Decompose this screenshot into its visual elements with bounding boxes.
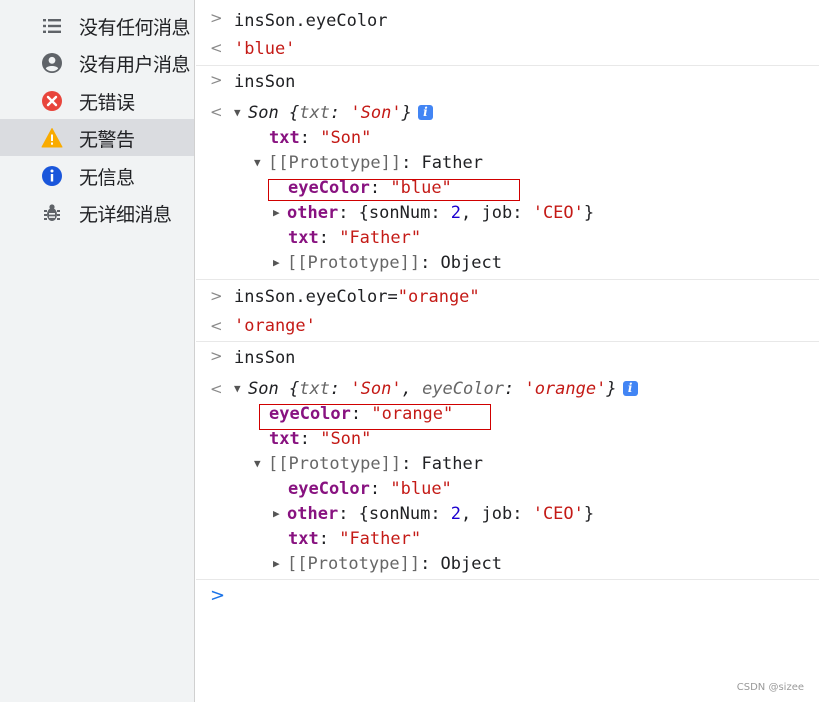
console-entry: > insSon.eyeColor < 'blue' [196, 0, 819, 66]
highlight-box [259, 404, 491, 430]
highlight-box [268, 179, 520, 201]
collapse-triangle-icon[interactable]: ▶ [273, 202, 287, 224]
input-chevron-icon: > [210, 347, 223, 365]
input-chevron-icon: > [210, 287, 223, 305]
sidebar-item-info[interactable]: 无信息 [0, 157, 194, 194]
result-arrow-icon: < [210, 380, 223, 398]
prototype-row[interactable]: ▶ [[Prototype]]: Object [273, 252, 502, 274]
sidebar-item-all-messages[interactable]: 没有任何消息 [0, 7, 194, 44]
collapse-triangle-icon[interactable]: ▶ [273, 553, 287, 575]
console-sidebar: 没有任何消息 没有用户消息 无错误 无警告 无信息 无详细消息 [0, 0, 195, 702]
command-text: insSon.eyeColor="orange" [234, 287, 480, 307]
result-arrow-icon: < [210, 317, 223, 335]
sidebar-item-errors[interactable]: 无错误 [0, 82, 194, 119]
prompt-chevron-icon: > [210, 585, 226, 606]
collapse-triangle-icon[interactable]: ▶ [273, 252, 287, 274]
prototype-row[interactable]: ▶ [[Prototype]]: Object [273, 553, 502, 575]
result-value[interactable]: 'blue' [234, 38, 295, 60]
sidebar-item-label: 无警告 [79, 129, 135, 151]
object-preview[interactable]: ▼ Son {txt: 'Son'} i [234, 102, 433, 124]
input-chevron-icon: > [210, 9, 223, 27]
command-text: insSon.eyeColor [234, 11, 388, 31]
user-icon [41, 52, 63, 74]
collapse-triangle-icon[interactable]: ▶ [273, 503, 287, 525]
prototype-row[interactable]: ▼ [[Prototype]]: Father [254, 152, 483, 174]
info-badge-icon[interactable]: i [417, 105, 433, 120]
console-entry: > insSon < ▼ Son {txt: 'Son'} i txt: "Son"… [196, 66, 819, 280]
prototype-row[interactable]: ▼ [[Prototype]]: Father [254, 453, 483, 475]
sidebar-item-label: 无错误 [79, 92, 135, 114]
sidebar-item-label: 没有用户消息 [79, 54, 191, 76]
expand-triangle-icon[interactable]: ▼ [254, 152, 268, 174]
sidebar-item-label: 没有任何消息 [79, 17, 191, 39]
result-arrow-icon: < [210, 103, 223, 121]
command-text: insSon [234, 72, 296, 92]
error-icon [41, 90, 63, 112]
warning-icon [41, 127, 63, 149]
console-entry: > insSon.eyeColor="orange" < 'orange' [196, 280, 819, 342]
watermark: CSDN @sizee [736, 682, 804, 693]
expand-triangle-icon[interactable]: ▼ [234, 378, 248, 400]
command-text: insSon [234, 348, 296, 368]
property-row: eyeColor: "blue" [288, 479, 452, 499]
sidebar-item-user-messages[interactable]: 没有用户消息 [0, 44, 194, 81]
object-preview[interactable]: ▼ Son {txt: 'Son', eyeColor: 'orange'} i [234, 378, 638, 400]
sidebar-item-verbose[interactable]: 无详细消息 [0, 194, 194, 231]
sidebar-item-label: 无信息 [79, 167, 135, 189]
sidebar-item-label: 无详细消息 [79, 204, 172, 226]
property-row: txt: "Father" [288, 228, 422, 248]
expand-triangle-icon[interactable]: ▼ [234, 102, 248, 124]
property-row[interactable]: ▶ other: {sonNum: 2, job: 'CEO'} [273, 503, 594, 525]
bug-icon [41, 202, 63, 224]
info-icon [41, 165, 63, 187]
console-entry: > insSon < ▼ Son {txt: 'Son', eyeColor: '… [196, 342, 819, 580]
sidebar-item-warnings[interactable]: 无警告 [0, 119, 194, 156]
list-icon [41, 15, 63, 37]
input-chevron-icon: > [210, 71, 223, 89]
result-value[interactable]: 'orange' [234, 315, 316, 337]
info-badge-icon[interactable]: i [622, 381, 638, 396]
property-row: txt: "Son" [269, 429, 372, 449]
console-output: > insSon.eyeColor < 'blue' > insSon < ▼ S… [196, 0, 819, 702]
property-row: txt: "Son" [269, 128, 372, 148]
console-prompt[interactable]: > [196, 580, 819, 702]
property-row: txt: "Father" [288, 529, 422, 549]
property-row[interactable]: ▶ other: {sonNum: 2, job: 'CEO'} [273, 202, 594, 224]
expand-triangle-icon[interactable]: ▼ [254, 453, 268, 475]
result-arrow-icon: < [210, 39, 223, 57]
